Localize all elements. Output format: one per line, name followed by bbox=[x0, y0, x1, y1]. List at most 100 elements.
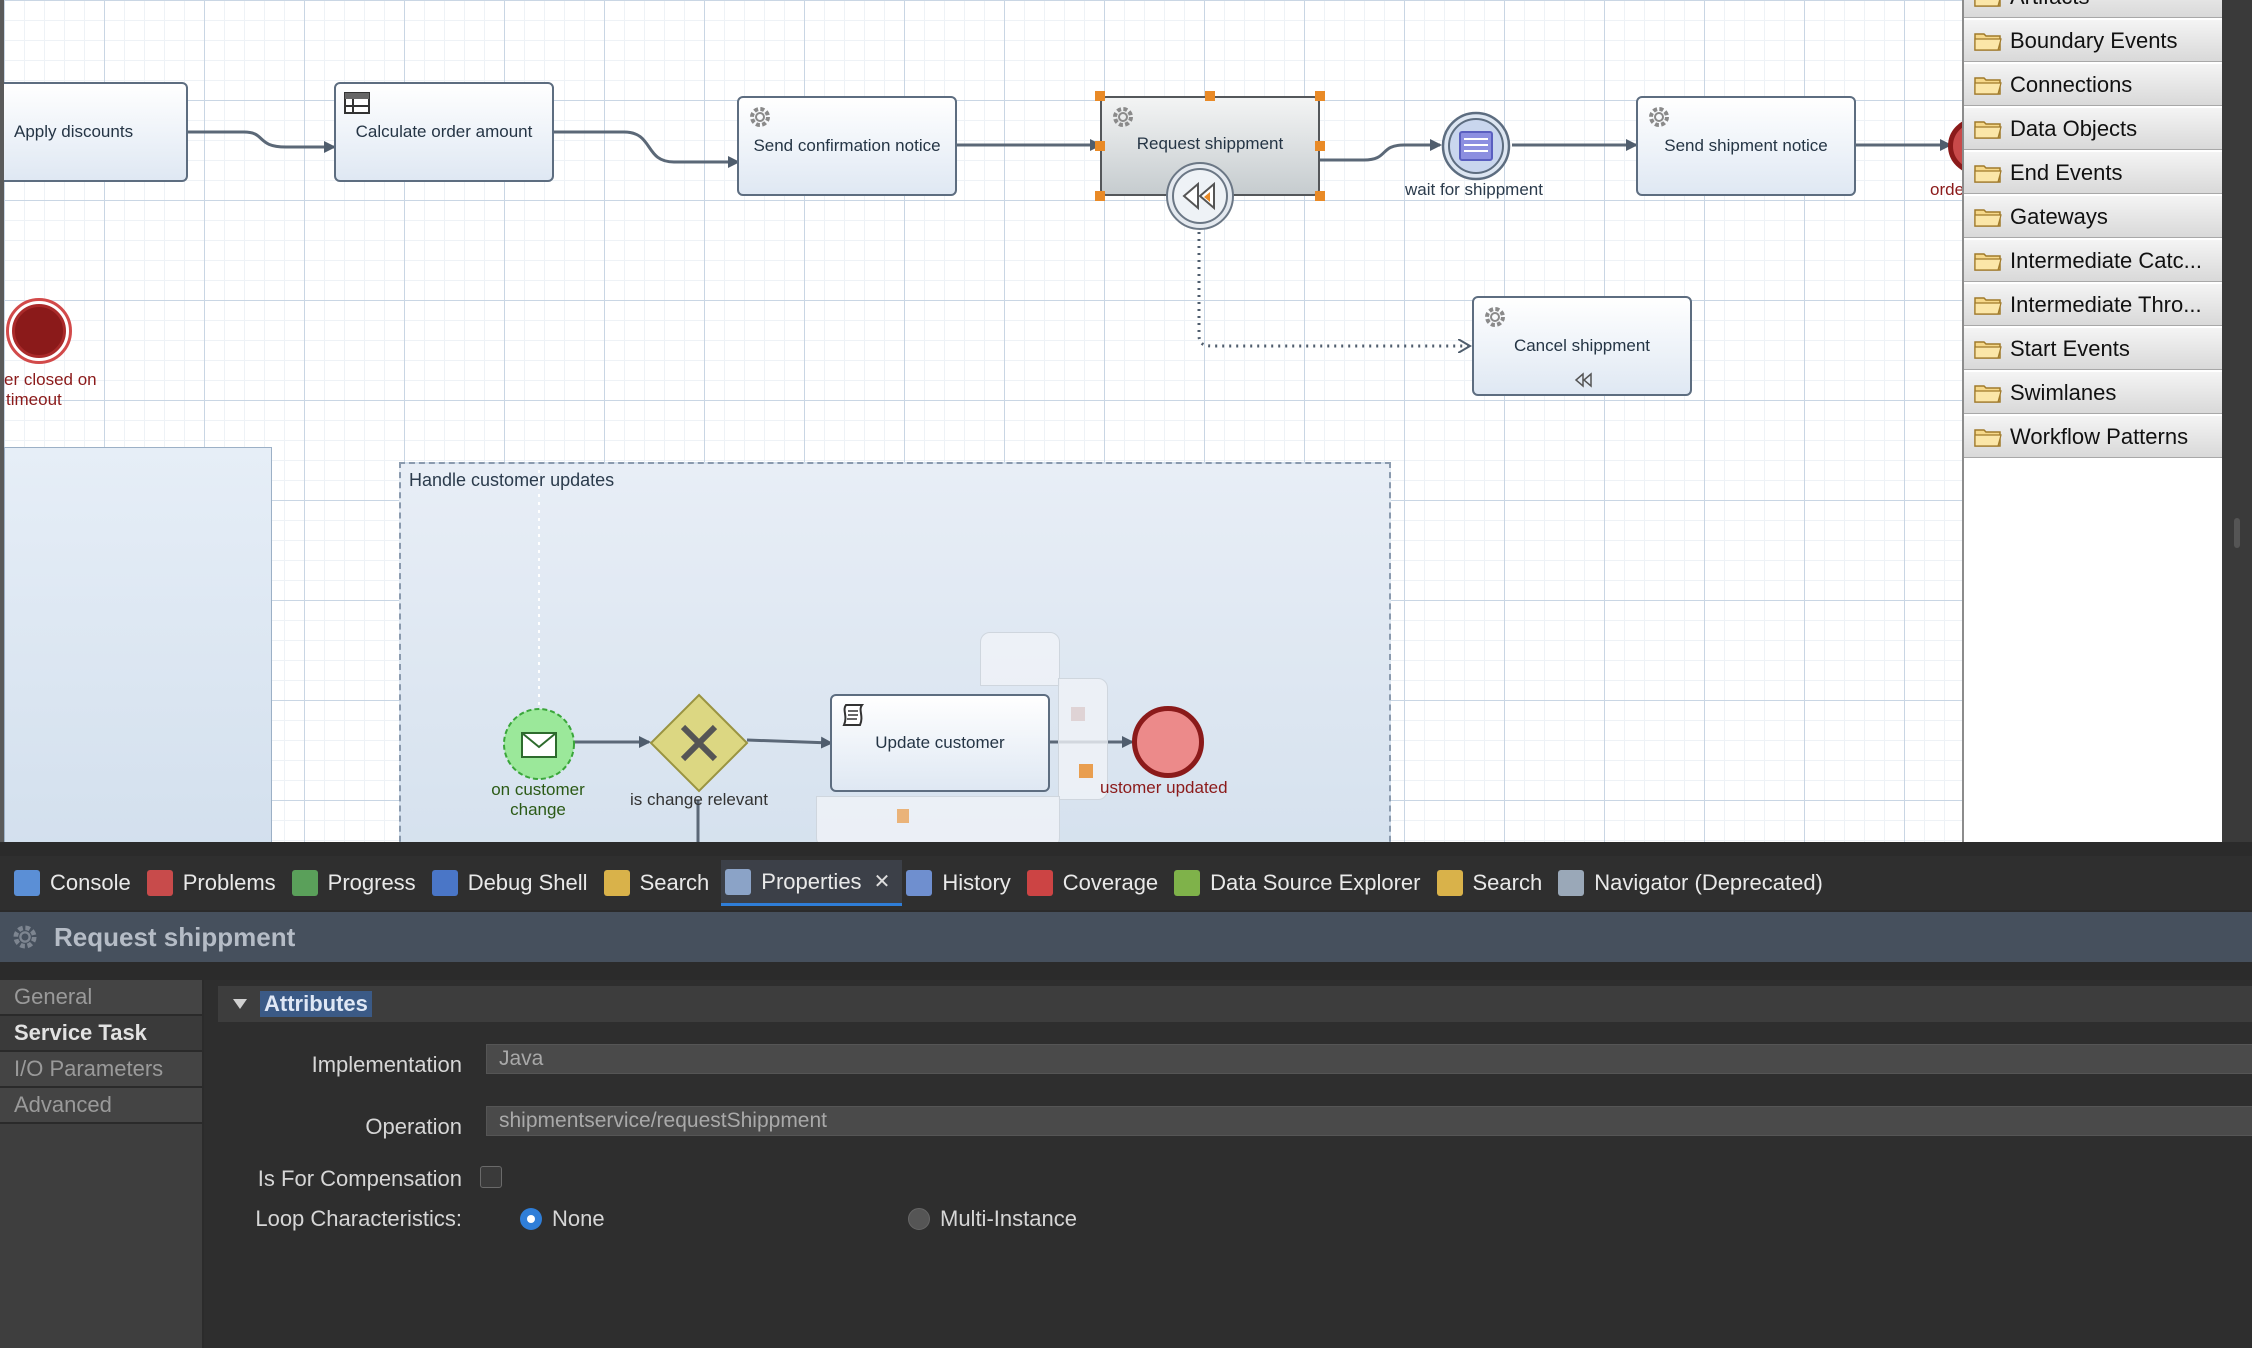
debug-shell-icon bbox=[431, 870, 458, 896]
close-icon[interactable]: ✕ bbox=[874, 869, 891, 894]
palette-group-label: Connections bbox=[2010, 71, 2133, 97]
selection-handle[interactable] bbox=[1315, 191, 1325, 201]
tab-debug-shell[interactable]: Debug Shell bbox=[428, 860, 600, 906]
exclusive-gateway-is-change-relevant[interactable] bbox=[649, 693, 749, 793]
event-label: change bbox=[510, 800, 566, 819]
event-label: er closed on bbox=[4, 370, 97, 389]
palette-group-connections[interactable]: Connections bbox=[1964, 64, 2222, 106]
attributes-section-label: Attributes bbox=[260, 991, 372, 1017]
palette-group-label: Boundary Events bbox=[2010, 27, 2178, 53]
palette-group-label: Artifacts bbox=[2010, 0, 2089, 10]
tab-label: Data Source Explorer bbox=[1210, 870, 1421, 895]
task-label: Calculate order amount bbox=[355, 122, 533, 141]
tab-label: History bbox=[942, 870, 1011, 895]
selection-handle[interactable] bbox=[1315, 91, 1325, 101]
task-send-confirmation-notice[interactable]: Send confirmation notice bbox=[737, 96, 957, 196]
properties-header: Request shippment bbox=[0, 912, 2252, 962]
palette-group-swimlanes[interactable]: Swimlanes bbox=[1964, 372, 2222, 414]
palette-group-label: Workflow Patterns bbox=[2010, 423, 2189, 449]
palette-group-workflow-patterns[interactable]: Workflow Patterns bbox=[1964, 416, 2222, 458]
tab-data-source-explorer[interactable]: Data Source Explorer bbox=[1170, 860, 1432, 906]
message-start-event-on-customer-change[interactable] bbox=[501, 706, 577, 782]
palette-group-artifacts[interactable]: Artifacts bbox=[1964, 0, 2222, 18]
side-tab-advanced[interactable]: Advanced bbox=[0, 1088, 202, 1124]
script-icon bbox=[842, 704, 865, 726]
palette-group-end-events[interactable]: End Events bbox=[1964, 152, 2222, 194]
implementation-field[interactable]: Java bbox=[486, 1044, 2252, 1074]
intermediate-event-wait-for-shippment[interactable] bbox=[1440, 110, 1512, 182]
context-pad[interactable] bbox=[816, 796, 1060, 842]
folder-icon bbox=[1974, 340, 2002, 359]
search-icon bbox=[1436, 870, 1463, 896]
end-event-customer-updated[interactable] bbox=[1132, 706, 1204, 778]
progress-icon bbox=[291, 870, 318, 896]
radio-unselected-icon[interactable] bbox=[908, 1208, 930, 1230]
tab-properties[interactable]: Properties ✕ bbox=[721, 860, 903, 906]
palette-group-label: Intermediate Catc... bbox=[2010, 247, 2202, 273]
diagram-canvas[interactable]: Handle customer updates Apply discounts … bbox=[0, 0, 1962, 842]
selection-handle[interactable] bbox=[1205, 91, 1215, 101]
palette-group-boundary-events[interactable]: Boundary Events bbox=[1964, 20, 2222, 62]
compensation-marker-icon bbox=[1574, 372, 1592, 388]
tab-history[interactable]: History bbox=[902, 860, 1022, 906]
palette-group-label: Data Objects bbox=[2010, 115, 2138, 141]
side-tab-i-o-parameters[interactable]: I/O Parameters bbox=[0, 1052, 202, 1088]
tab-search[interactable]: Search bbox=[1433, 860, 1555, 906]
palette-group-data-objects[interactable]: Data Objects bbox=[1964, 108, 2222, 150]
tab-label: Console bbox=[50, 870, 131, 895]
tab-label: Progress bbox=[327, 870, 416, 895]
selection-handle[interactable] bbox=[1095, 141, 1105, 151]
radio-selected-icon[interactable] bbox=[520, 1208, 542, 1230]
palette-group-intermediate-thro[interactable]: Intermediate Thro... bbox=[1964, 284, 2222, 326]
tab-navigator-deprecated[interactable]: Navigator (Deprecated) bbox=[1554, 860, 1835, 906]
gear-icon bbox=[750, 107, 770, 127]
tab-coverage[interactable]: Coverage bbox=[1023, 860, 1170, 906]
compensation-boundary-event[interactable] bbox=[1164, 160, 1236, 232]
context-pad[interactable] bbox=[980, 632, 1060, 686]
loop-none-label: None bbox=[552, 1206, 605, 1231]
collapse-triangle-icon[interactable] bbox=[232, 998, 248, 1010]
palette-group-start-events[interactable]: Start Events bbox=[1964, 328, 2222, 370]
loop-multi-instance-radio[interactable]: Multi-Instance bbox=[908, 1206, 1077, 1232]
folder-icon bbox=[1974, 384, 2002, 403]
loop-none-radio[interactable]: None bbox=[520, 1206, 605, 1232]
task-cancel-shippment[interactable]: Cancel shippment bbox=[1472, 296, 1692, 396]
tab-search[interactable]: Search bbox=[600, 860, 722, 906]
selection-handle[interactable] bbox=[1095, 91, 1105, 101]
properties-content: Attributes Implementation Java Operation… bbox=[204, 980, 2252, 1348]
task-label: Send confirmation notice bbox=[753, 136, 941, 155]
folder-icon bbox=[1974, 0, 2001, 7]
event-label: ustomer updated bbox=[1100, 778, 1228, 797]
task-label: Cancel shippment bbox=[1513, 336, 1651, 355]
task-update-customer[interactable]: Update customer bbox=[830, 694, 1050, 792]
problems-icon bbox=[146, 870, 173, 896]
palette-group-label: Start Events bbox=[2010, 335, 2130, 361]
tab-label: Properties bbox=[761, 868, 862, 894]
task-apply-discounts[interactable]: Apply discounts bbox=[4, 82, 188, 182]
side-tab-general[interactable]: General bbox=[0, 980, 202, 1016]
selection-handle[interactable] bbox=[1315, 141, 1325, 151]
event-label: wait for shippment bbox=[1405, 180, 1543, 199]
tab-console[interactable]: Console bbox=[10, 860, 143, 906]
event-label: timeout bbox=[6, 390, 62, 409]
folder-icon bbox=[1974, 252, 2002, 271]
operation-label: Operation bbox=[365, 1114, 462, 1139]
task-send-shipment-notice[interactable]: Send shipment notice bbox=[1636, 96, 1856, 196]
task-calculate-order-amount[interactable]: Calculate order amount bbox=[334, 82, 554, 182]
palette-group-gateways[interactable]: Gateways bbox=[1964, 196, 2222, 238]
palette-group-label: Gateways bbox=[2010, 203, 2108, 229]
side-tab-service-task[interactable]: Service Task bbox=[0, 1016, 202, 1052]
operation-field[interactable]: shipmentservice/requestShippment bbox=[486, 1106, 2252, 1136]
selection-handle[interactable] bbox=[1095, 191, 1105, 201]
tab-progress[interactable]: Progress bbox=[288, 860, 428, 906]
end-event-order-closed[interactable] bbox=[6, 298, 72, 364]
tab-problems[interactable]: Problems bbox=[143, 860, 288, 906]
palette-scrollbar[interactable] bbox=[2222, 0, 2252, 842]
is-for-compensation-checkbox[interactable] bbox=[480, 1166, 502, 1188]
properties-icon bbox=[725, 868, 752, 895]
palette-group-intermediate-catc[interactable]: Intermediate Catc... bbox=[1964, 240, 2222, 282]
folder-icon bbox=[1974, 32, 2002, 51]
folder-icon bbox=[1974, 296, 2002, 315]
attributes-section-header[interactable]: Attributes bbox=[218, 986, 2252, 1022]
search-icon bbox=[603, 870, 630, 896]
